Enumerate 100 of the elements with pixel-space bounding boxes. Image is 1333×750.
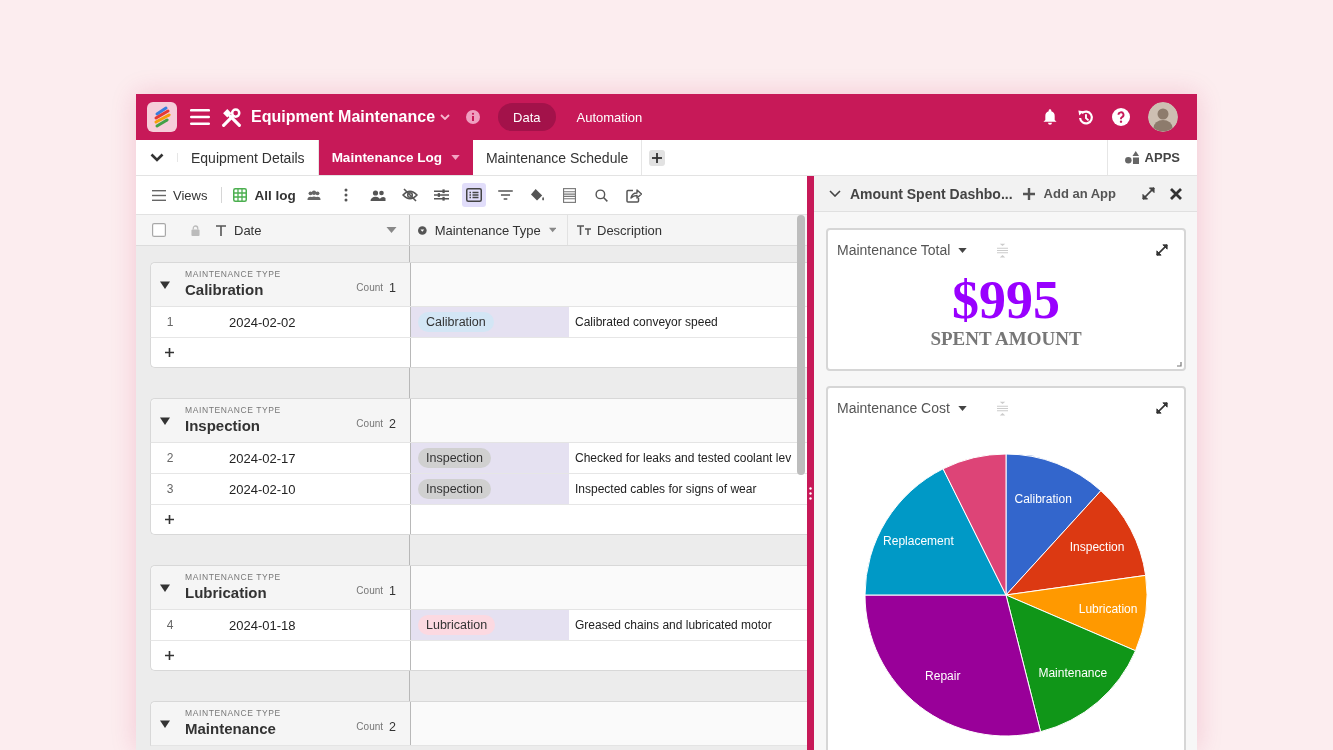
text-field-icon <box>216 224 226 236</box>
pie-slice[interactable] <box>1005 594 1136 733</box>
group-field-label: MAINTENANCE TYPE <box>185 572 282 583</box>
description-cell-text: Greased chains and lubricated motor <box>574 617 773 634</box>
expand-icon[interactable] <box>1142 187 1155 200</box>
column-header[interactable]: Maintenance Type <box>410 215 568 245</box>
row-number: 2 <box>165 451 175 465</box>
widget-title[interactable]: Maintenance Total <box>837 242 951 258</box>
grid-icon <box>233 188 248 202</box>
add-record-button[interactable] <box>163 346 176 359</box>
table-row[interactable]: 1 2024-02-02 Calibration Calibrated conveyor speed <box>150 307 807 338</box>
table-row[interactable]: 3 2024-02-10 Inspection Inspected cables for signs of wear <box>150 474 807 505</box>
type-tag: Lubrication <box>418 615 496 635</box>
single-select-icon <box>418 223 427 237</box>
type-tag: Inspection <box>418 479 491 499</box>
description-cell-text: Checked for leaks and tested coolant lev <box>574 450 793 467</box>
views-button[interactable]: Views <box>152 187 208 203</box>
group-name: Maintenance <box>185 719 277 739</box>
table-row[interactable]: 2 2024-02-17 Inspection Checked for leaks and tested coolant lev <box>150 443 807 474</box>
group-field-label: MAINTENANCE TYPE <box>185 405 282 416</box>
info-icon[interactable] <box>466 110 481 124</box>
more-icon <box>343 188 348 202</box>
slice-label: Replacement <box>883 533 954 548</box>
dashboard-title[interactable]: Amount Spent Dashbo... <box>850 185 1023 202</box>
drag-handle-icon[interactable] <box>997 400 1008 416</box>
plus-icon <box>165 651 174 660</box>
caret-down-icon[interactable] <box>958 247 968 253</box>
count-value: 1 <box>389 583 396 598</box>
count-label: Count <box>356 585 384 596</box>
add-record-button[interactable] <box>163 649 176 662</box>
drag-handle-icon[interactable] <box>997 242 1008 258</box>
description-cell-text: Calibrated conveyor speed <box>574 314 719 331</box>
base-title[interactable]: Equipment Maintenance <box>251 108 436 126</box>
row-number: 4 <box>165 618 175 632</box>
share-icon <box>625 187 642 203</box>
slice-label: Repair <box>925 669 961 684</box>
amount-caption: SPENT AMOUNT <box>930 328 1082 350</box>
expand-icon[interactable] <box>1156 402 1168 414</box>
close-icon[interactable] <box>1170 187 1182 200</box>
count-value: 1 <box>389 280 396 295</box>
triangle-down-icon[interactable] <box>160 718 170 729</box>
chevron-down-icon[interactable] <box>829 190 841 197</box>
app-logo-icon[interactable] <box>147 102 177 132</box>
group-name: Calibration <box>185 280 265 300</box>
lock-icon <box>191 224 200 236</box>
paint-bucket-icon <box>530 188 546 202</box>
avatar[interactable] <box>1148 102 1178 132</box>
column-header[interactable]: Date <box>216 215 409 245</box>
table-row[interactable]: 4 2024-01-18 Lubrication Greased chains and lubricated motor <box>150 610 807 641</box>
add-tab-icon[interactable] <box>649 149 666 166</box>
select-all-checkbox[interactable] <box>152 223 166 237</box>
count-label: Count <box>356 282 384 293</box>
add-record-button[interactable] <box>163 513 176 526</box>
add-app-button[interactable]: Add an App <box>1022 186 1116 201</box>
hidden-eye-icon <box>401 188 418 202</box>
table-tab[interactable]: Maintenance Log <box>318 140 473 175</box>
menu-icon <box>152 189 166 201</box>
date-cell: 2024-01-18 <box>229 617 296 633</box>
help-icon[interactable] <box>1112 108 1130 126</box>
nav-tab[interactable]: Automation <box>561 103 658 131</box>
nav-tab[interactable]: Data <box>498 103 556 131</box>
triangle-down-icon[interactable] <box>160 582 170 593</box>
people-icon <box>306 189 321 201</box>
type-tag: Calibration <box>418 312 494 332</box>
resize-corner-icon[interactable] <box>1177 362 1182 367</box>
count-value: 2 <box>389 719 396 734</box>
widget-title[interactable]: Maintenance Cost <box>837 400 950 416</box>
triangle-down-icon[interactable] <box>160 279 170 290</box>
search-icon <box>595 188 609 202</box>
pie-slice[interactable] <box>1005 574 1148 652</box>
people-icon <box>369 189 386 201</box>
count-value: 2 <box>389 416 396 431</box>
scrollbar[interactable] <box>797 215 805 475</box>
date-cell: 2024-02-17 <box>229 450 296 466</box>
bell-icon[interactable] <box>1041 108 1059 126</box>
expand-icon[interactable] <box>1156 244 1168 256</box>
long-text-icon <box>577 225 591 235</box>
pie-slice[interactable] <box>864 468 1007 596</box>
pie-slice[interactable] <box>1005 490 1147 596</box>
menu-icon[interactable] <box>190 108 210 126</box>
shapes-icon <box>1124 151 1140 164</box>
row-height-icon <box>563 187 577 203</box>
view-selector[interactable]: All log <box>233 187 296 203</box>
caret-down-icon[interactable] <box>957 405 967 411</box>
history-icon[interactable] <box>1076 107 1095 127</box>
table-tab[interactable]: Maintenance Schedule <box>472 140 643 175</box>
sliders-icon <box>434 188 450 202</box>
list-button[interactable] <box>461 183 486 207</box>
count-label: Count <box>356 418 384 429</box>
resize-handle-icon[interactable] <box>809 487 812 500</box>
count-label: Count <box>356 721 384 732</box>
table-tab[interactable]: Equipment Details <box>178 140 319 175</box>
group-name: Inspection <box>185 416 261 436</box>
tools-icon <box>221 106 242 128</box>
apps-button[interactable]: APPS <box>1106 140 1197 175</box>
total-amount: $995 <box>952 274 1060 326</box>
slice-label: Calibration <box>1014 491 1072 506</box>
plus-icon <box>165 515 174 524</box>
triangle-down-icon[interactable] <box>160 415 170 426</box>
column-header[interactable]: Description <box>568 215 807 245</box>
